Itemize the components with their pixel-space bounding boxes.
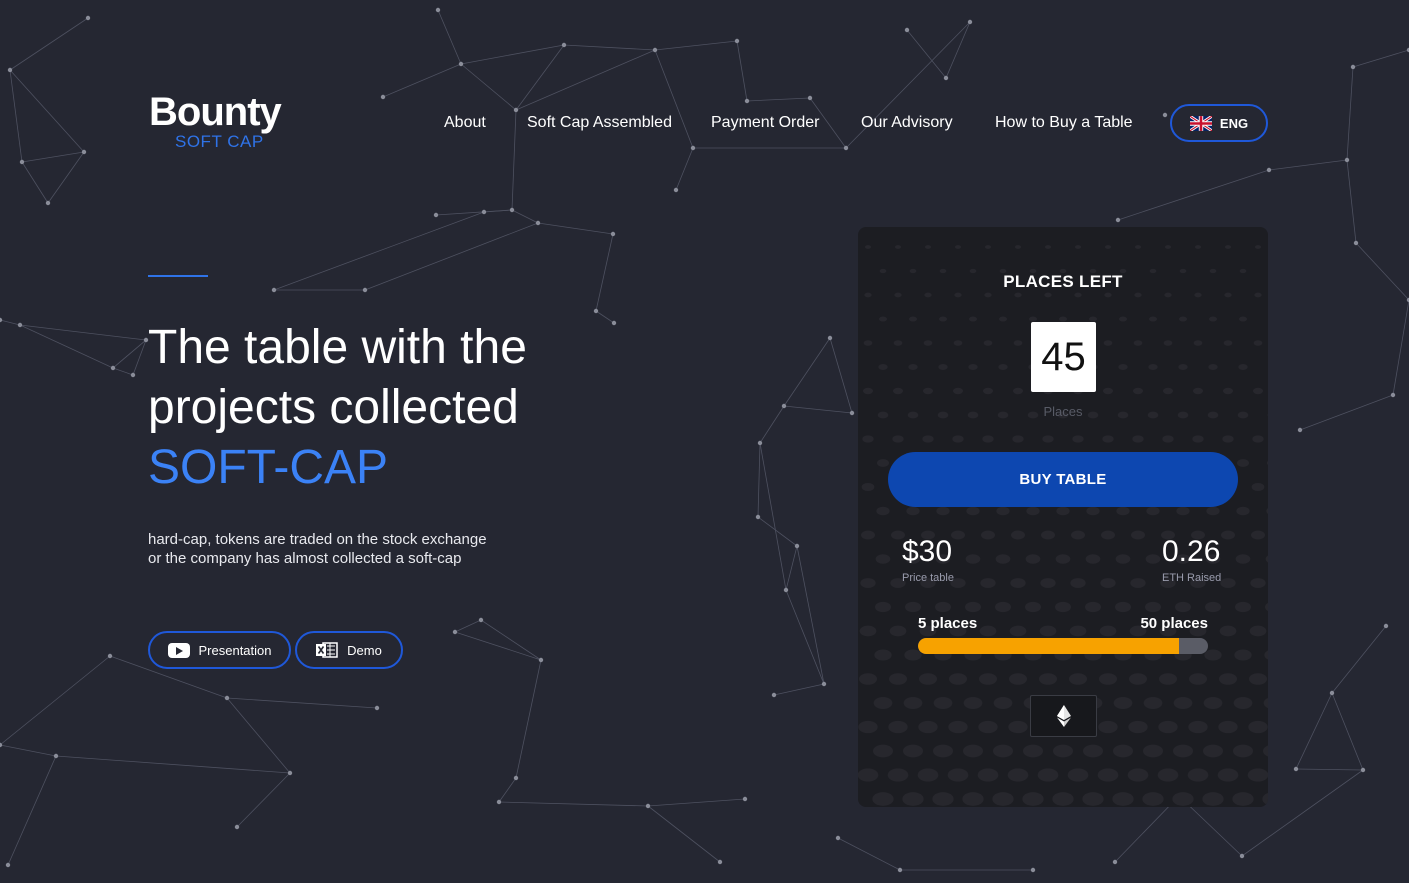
logo-title: Bounty — [149, 90, 282, 134]
currency-button[interactable] — [1030, 695, 1097, 737]
eth-raised-value: 0.26 — [1162, 535, 1221, 568]
places-label: Places — [1043, 404, 1083, 419]
language-label: ENG — [1219, 115, 1249, 131]
hero-description: hard-cap, tokens are traded on the stock… — [148, 531, 487, 567]
language-selector[interactable]: ENG — [1170, 104, 1268, 142]
hero-title-accent: SOFT-CAP — [148, 441, 389, 494]
ethereum-icon — [1056, 705, 1071, 727]
hero-title-line1: The table with the — [148, 321, 527, 374]
hero-divider — [148, 275, 208, 277]
uk-flag-icon — [1189, 115, 1212, 131]
hero-title-line2: projects collected — [148, 381, 519, 434]
hero-title: The table with the projects collected SO… — [148, 318, 527, 498]
logo[interactable]: Bounty SOFT CAP — [149, 90, 289, 151]
demo-label: Demo — [347, 642, 382, 658]
progress-bar — [918, 638, 1208, 654]
excel-icon — [316, 642, 338, 658]
price-label: Price table — [902, 572, 954, 584]
progress-fill — [918, 638, 1179, 654]
buy-table-button[interactable]: BUY TABLE — [888, 452, 1238, 507]
places-left-heading: PLACES LEFT — [1003, 272, 1123, 291]
range-min-label: 5 places — [918, 615, 978, 632]
nav-payment-order[interactable]: Payment Order — [711, 114, 819, 132]
eth-raised-label: ETH Raised — [1162, 572, 1222, 584]
presentation-button[interactable]: Presentation — [148, 631, 291, 669]
demo-button[interactable]: Demo — [295, 631, 403, 669]
youtube-icon — [167, 642, 190, 658]
nav-soft-cap-assembled[interactable]: Soft Cap Assembled — [527, 114, 672, 132]
presentation-label: Presentation — [198, 642, 272, 658]
nav-how-to-buy[interactable]: How to Buy a Table — [995, 114, 1133, 132]
range-max-label: 50 places — [1140, 615, 1208, 632]
places-count: 45 — [1031, 322, 1096, 392]
places-card: PLACES LEFT 45 Places BUY TABLE $30 Pric… — [858, 227, 1268, 807]
price-value: $30 — [902, 535, 953, 568]
nav-our-advisory[interactable]: Our Advisory — [861, 114, 953, 132]
logo-subtitle: SOFT CAP — [175, 132, 264, 151]
nav-about[interactable]: About — [444, 114, 486, 132]
